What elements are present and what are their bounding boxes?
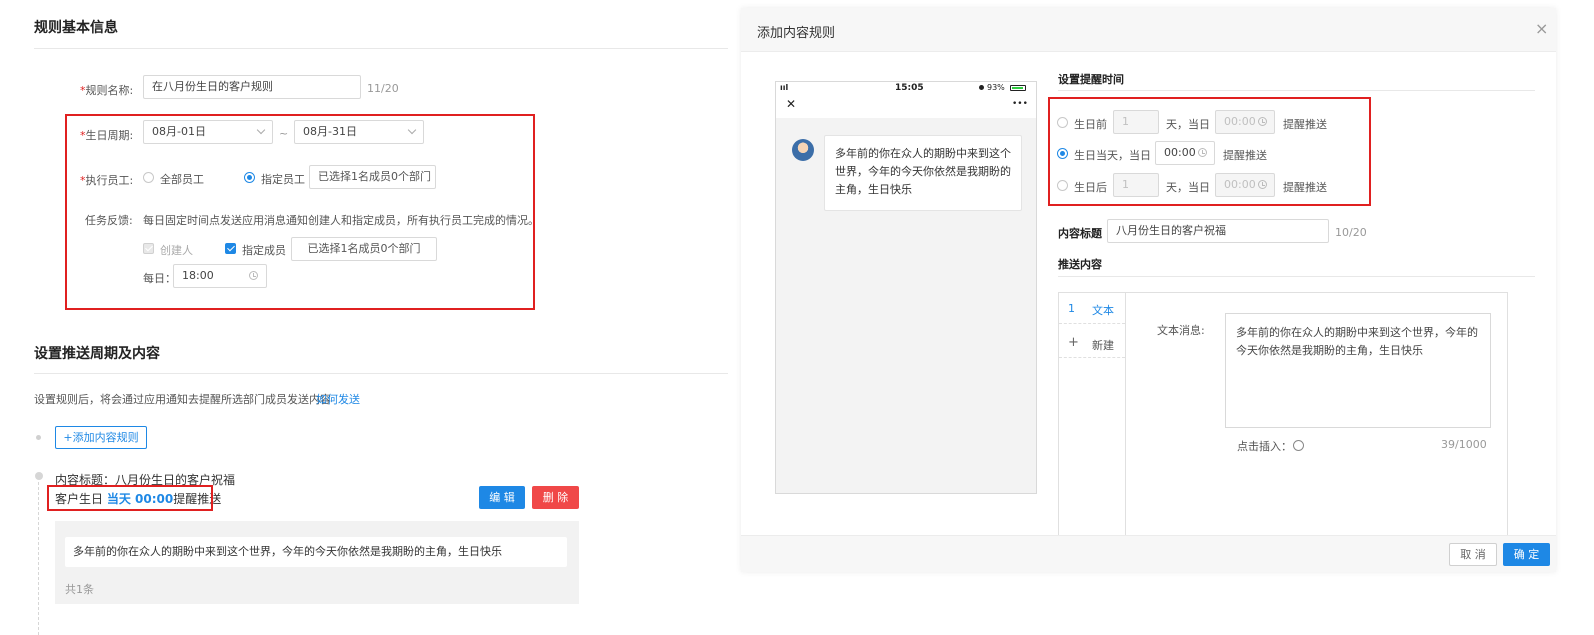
signal-icon: ııl <box>780 83 789 92</box>
new-label: 新建 <box>1092 339 1114 352</box>
content-title-count: 10/20 <box>1335 226 1367 239</box>
add-content-rule-modal: 添加内容规则 × ııl 15:05 93% ✕ ••• 多年前的你在众人的期盼… <box>741 8 1556 572</box>
section-push-title: 设置推送周期及内容 <box>34 346 160 362</box>
battery-percent: 93% <box>987 83 1005 92</box>
how-send-link[interactable]: 如何发送 <box>316 391 360 407</box>
phone-message-bubble: 多年前的你在众人的期盼中来到这个世界，今年的今天你依然是我期盼的主角，生日快乐 <box>824 135 1022 211</box>
timeline-dot <box>36 435 41 440</box>
divider <box>1058 90 1535 91</box>
text-message-textarea[interactable]: 多年前的你在众人的期盼中来到这个世界，今年的今天你依然是我期盼的主角，生日快乐 <box>1225 313 1491 428</box>
confirm-button[interactable]: 确 定 <box>1503 543 1550 566</box>
divider <box>34 373 728 374</box>
divider <box>34 48 728 49</box>
message-preview: 多年前的你在众人的期盼中来到这个世界，今年的今天你依然是我期盼的主角，生日快乐 <box>65 537 567 567</box>
highlight-box <box>65 114 535 310</box>
modal-title: 添加内容规则 <box>757 26 836 41</box>
remind-time-title: 设置提醒时间 <box>1058 73 1124 86</box>
avatar <box>792 139 814 161</box>
content-title-label: 内容标题 <box>1058 227 1102 240</box>
phone-preview: ııl 15:05 93% ✕ ••• 多年前的你在众人的期盼中来到这个世界，今… <box>775 81 1037 494</box>
insert-label: 点击插入： <box>1237 438 1304 454</box>
tab-label: 文本 <box>1092 304 1114 317</box>
text-message-label: 文本消息: <box>1157 324 1205 337</box>
new-tab-button[interactable]: + 新建 <box>1059 329 1125 358</box>
rule-form-panel: 规则基本信息 *规则名称: 在八月份生日的客户规则 11/20 *生日周期: 0… <box>15 0 728 635</box>
phone-time: 15:05 <box>895 83 924 93</box>
rule-name-count: 11/20 <box>367 82 399 95</box>
edit-button[interactable]: 编 辑 <box>479 486 525 509</box>
timeline-line <box>38 482 39 635</box>
emoji-icon[interactable] <box>1293 440 1304 451</box>
tab-text[interactable]: 1 文本 <box>1059 293 1125 324</box>
content-preview-box: 多年前的你在众人的期盼中来到这个世界，今年的今天你依然是我期盼的主角，生日快乐 … <box>55 521 579 604</box>
modal-header: 添加内容规则 × <box>741 8 1556 52</box>
more-icon[interactable]: ••• <box>1012 99 1028 109</box>
divider <box>1058 276 1535 277</box>
close-icon[interactable]: × <box>1535 19 1548 38</box>
add-content-rule-button[interactable]: +添加内容规则 <box>55 426 147 449</box>
cancel-button[interactable]: 取 消 <box>1449 543 1497 566</box>
section-basic-title: 规则基本信息 <box>34 20 118 36</box>
highlight-box <box>1048 97 1371 206</box>
push-content-editor: 1 文本 + 新建 文本消息: 多年前的你在众人的期盼中来到这个世界，今年的今天… <box>1058 292 1508 536</box>
push-description: 设置规则后，将会通过应用通知去提醒所选部门成员发送内容 <box>34 393 331 406</box>
phone-close-icon[interactable]: ✕ <box>786 97 796 111</box>
modal-footer: 取 消 确 定 <box>741 535 1556 572</box>
content-title-input[interactable]: 八月份生日的客户祝福 <box>1107 219 1329 243</box>
phone-top-bar: ııl 15:05 93% ✕ ••• <box>776 82 1036 118</box>
timeline-dot <box>35 472 43 480</box>
total-count: 共1条 <box>65 583 94 596</box>
push-content-title: 推送内容 <box>1058 258 1102 271</box>
rule-name-input[interactable]: 在八月份生日的客户规则 <box>143 75 361 99</box>
rule-name-label: *规则名称: <box>80 84 134 97</box>
alarm-icon <box>979 85 984 90</box>
content-tabs: 1 文本 + 新建 <box>1059 293 1126 535</box>
plus-icon: + <box>1068 335 1079 350</box>
highlight-box <box>47 485 213 511</box>
battery-icon <box>1010 85 1026 91</box>
text-count: 39/1000 <box>1441 438 1487 451</box>
delete-button[interactable]: 删 除 <box>532 486 579 509</box>
tab-index: 1 <box>1068 302 1075 315</box>
